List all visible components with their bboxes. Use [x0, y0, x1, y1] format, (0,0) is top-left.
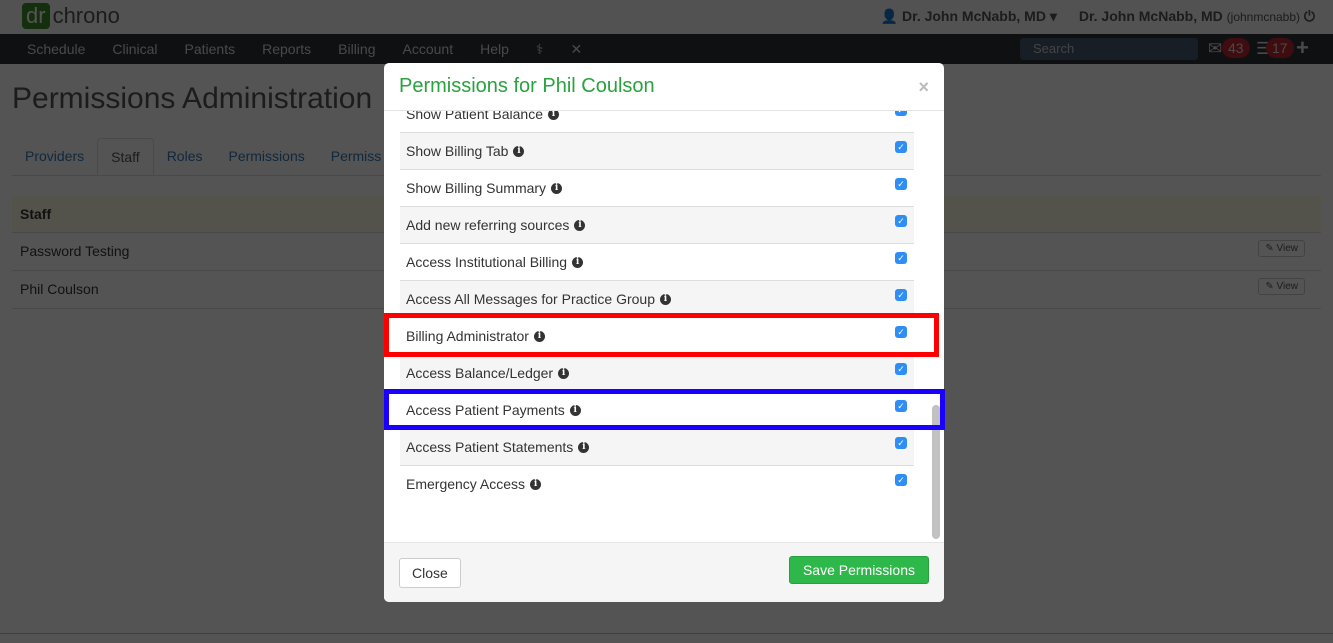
tab-permissions[interactable]: Permissions: [215, 138, 317, 175]
user-name: Dr. John McNabb, MD: [1078, 8, 1223, 24]
user-menu[interactable]: 👤 Dr. John McNabb, MD ▾: [881, 8, 1057, 25]
tab-providers[interactable]: Providers: [12, 138, 97, 175]
permission-row: Access Institutional Billing i ✓: [400, 243, 914, 280]
permission-row: Show Billing Tab i ✓: [400, 132, 914, 169]
logo-chrono: chrono: [52, 3, 120, 28]
view-button[interactable]: ✎ View: [1258, 240, 1305, 257]
info-icon[interactable]: i: [578, 441, 590, 453]
permission-checkbox[interactable]: ✓: [895, 474, 907, 486]
permissions-modal: Permissions for Phil Coulson × Show Patie…: [384, 63, 944, 602]
user-icon: 👤: [880, 8, 903, 24]
logo[interactable]: dr chrono: [22, 3, 120, 29]
tab-staff[interactable]: Staff: [97, 138, 154, 175]
info-icon[interactable]: i: [558, 367, 570, 379]
nav-patients[interactable]: Patients: [185, 41, 236, 57]
info-icon[interactable]: i: [574, 219, 586, 231]
nav-reports[interactable]: Reports: [262, 41, 311, 57]
nav-billing[interactable]: Billing: [338, 41, 375, 57]
permission-label: Access Patient Statements: [406, 439, 574, 455]
top-bar: dr chrono 👤 Dr. John McNabb, MD ▾ Dr. Joh…: [0, 0, 1333, 34]
info-icon[interactable]: i: [572, 256, 584, 268]
user-info: Dr. John McNabb, MD (johnmcnabb) ⏻: [1079, 8, 1315, 25]
mail-icon[interactable]: ✉: [1208, 39, 1222, 59]
permissions-list: Show Patient Balance i ✓ Show Billing Tab i ✓…: [400, 111, 914, 502]
scrollbar[interactable]: [932, 111, 941, 542]
permission-checkbox[interactable]: ✓: [895, 141, 907, 153]
permission-row: Access Patient Statements i ✓: [400, 428, 914, 465]
scrollbar-thumb[interactable]: [932, 405, 940, 539]
info-icon[interactable]: i: [533, 330, 545, 342]
close-icon[interactable]: ×: [918, 77, 929, 98]
modal-title: Permissions for Phil Coulson: [399, 75, 655, 97]
info-icon[interactable]: i: [530, 478, 542, 490]
permission-row: Add new referring sources i ✓: [400, 206, 914, 243]
permission-label: Billing Administrator: [406, 328, 529, 344]
permission-checkbox[interactable]: ✓: [895, 111, 907, 116]
permission-row: Show Patient Balance i ✓: [400, 111, 914, 132]
page-title-text: Permissions Administration: [12, 82, 373, 115]
nav-schedule[interactable]: Schedule: [27, 41, 85, 57]
bottom-bar: [0, 633, 1333, 643]
permission-label: Access Patient Payments: [406, 402, 565, 418]
permission-checkbox[interactable]: ✓: [895, 363, 907, 375]
permission-label: Emergency Access: [406, 476, 526, 492]
info-icon[interactable]: i: [551, 182, 563, 194]
username: (johnmcnabb): [1226, 10, 1301, 24]
tasks-badge: 17: [1266, 38, 1294, 58]
logo-dr: dr: [22, 3, 50, 29]
permission-row: Emergency Access i ✓: [400, 465, 914, 502]
view-label: View: [1276, 281, 1299, 292]
save-permissions-button[interactable]: Save Permissions: [788, 556, 929, 584]
permission-label: Show Billing Tab: [406, 143, 509, 159]
permission-label: Access Balance/Ledger: [406, 365, 554, 381]
permissions-list-scroll: Show Patient Balance i ✓ Show Billing Tab i ✓…: [384, 111, 944, 542]
permission-checkbox[interactable]: ✓: [895, 400, 907, 412]
info-icon[interactable]: i: [569, 404, 581, 416]
staff-name: Password Testing: [20, 243, 130, 259]
info-icon[interactable]: i: [547, 111, 559, 120]
permission-row: Access Balance/Ledger i ✓: [400, 354, 914, 391]
permission-label: Show Billing Summary: [406, 180, 547, 196]
permission-label: Access Institutional Billing: [406, 254, 568, 270]
permission-checkbox[interactable]: ✓: [895, 215, 907, 227]
permission-row: Show Billing Summary i ✓: [400, 169, 914, 206]
caduceus-icon[interactable]: ⚕: [536, 41, 544, 58]
permission-checkbox[interactable]: ✓: [895, 289, 907, 301]
info-icon[interactable]: i: [660, 293, 671, 305]
nav-help[interactable]: Help: [480, 41, 509, 57]
permission-row: Access All Messages for Practice Group i ✓: [400, 280, 914, 317]
search-input[interactable]: Search: [1020, 38, 1198, 60]
close-button[interactable]: Close: [399, 558, 461, 588]
permission-checkbox[interactable]: ✓: [895, 437, 907, 449]
tab-roles[interactable]: Roles: [154, 138, 216, 175]
plus-icon[interactable]: +: [1296, 35, 1309, 61]
view-button[interactable]: ✎ View: [1258, 278, 1305, 295]
tools-icon[interactable]: ✕: [570, 41, 582, 58]
view-label: View: [1276, 243, 1299, 254]
permission-label: Access All Messages for Practice Group: [406, 291, 655, 307]
permission-label: Add new referring sources: [406, 217, 570, 233]
permission-checkbox[interactable]: ✓: [895, 252, 907, 264]
permission-checkbox[interactable]: ✓: [895, 178, 907, 190]
main-nav: Schedule Clinical Patients Reports Billi…: [0, 34, 1333, 64]
tab-permiss[interactable]: Permiss: [318, 138, 395, 175]
info-icon[interactable]: i: [513, 145, 525, 157]
user-menu-label: Dr. John McNabb, MD: [902, 8, 1046, 24]
power-icon[interactable]: ⏻: [1304, 8, 1315, 24]
permission-checkbox[interactable]: ✓: [895, 326, 907, 338]
permission-row: Access Patient Payments i ✓: [400, 391, 914, 428]
messages-badge: 43: [1222, 38, 1250, 58]
nav-clinical[interactable]: Clinical: [112, 41, 157, 57]
permission-label: Show Patient Balance: [406, 111, 543, 122]
staff-name: Phil Coulson: [20, 281, 99, 297]
permission-row: Billing Administrator i ✓: [400, 317, 914, 354]
nav-account[interactable]: Account: [403, 41, 454, 57]
